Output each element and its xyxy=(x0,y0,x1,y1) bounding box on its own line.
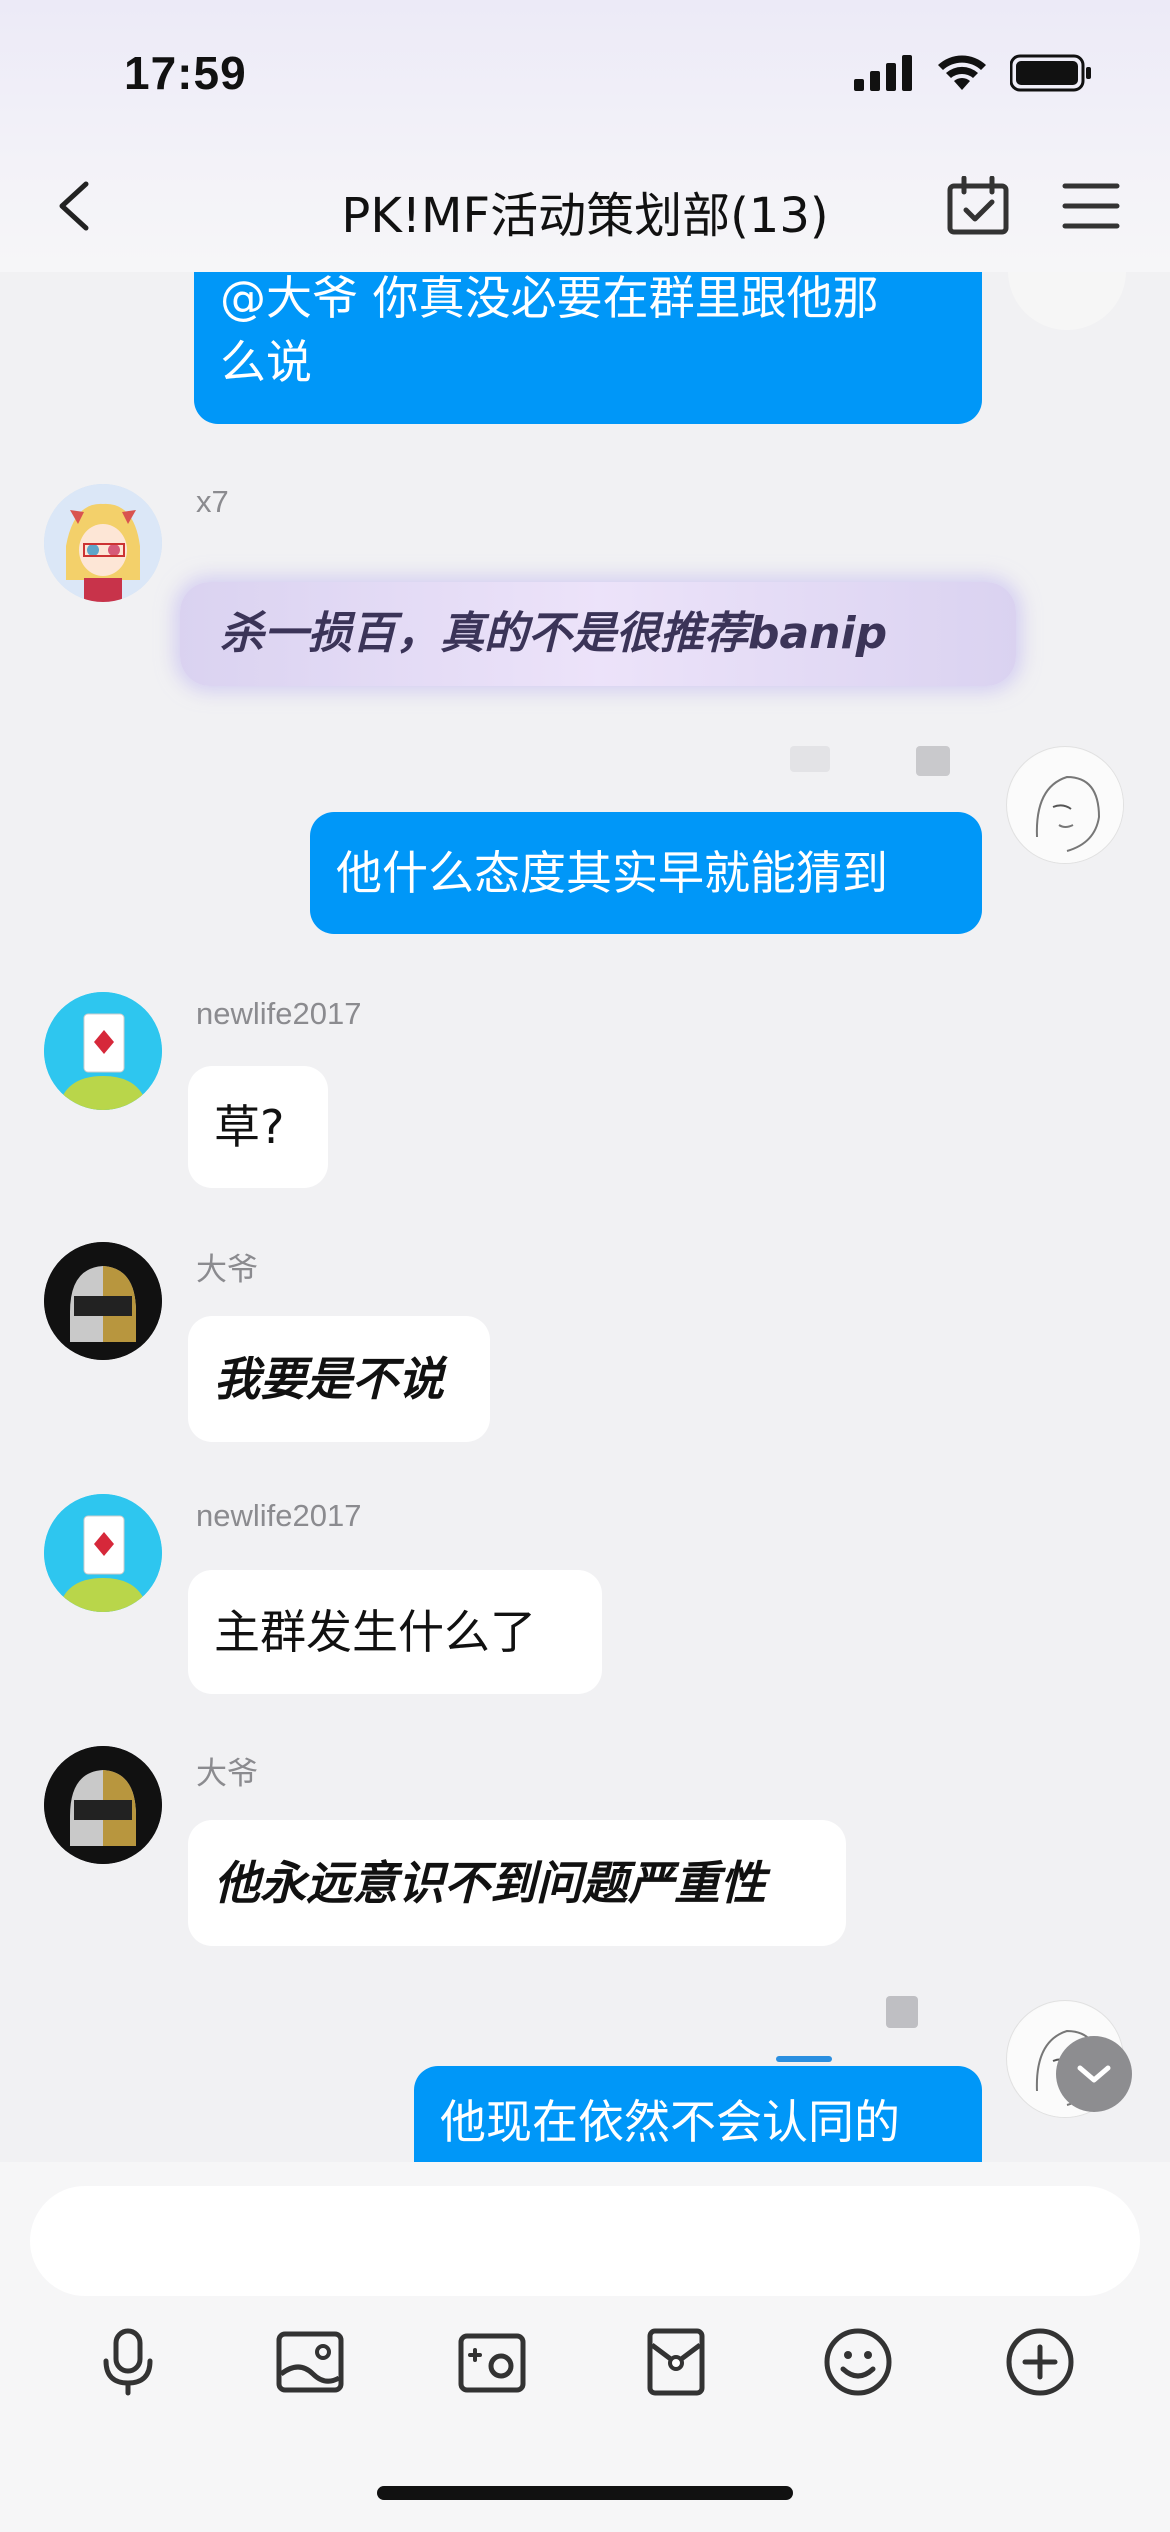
avatar-daye[interactable] xyxy=(44,1746,162,1864)
red-packet-icon xyxy=(647,2328,705,2396)
blurred-name xyxy=(776,2056,832,2062)
microphone-icon xyxy=(103,2328,153,2396)
avatar-self[interactable] xyxy=(1006,746,1124,864)
home-indicator xyxy=(377,2486,793,2500)
blurred-name xyxy=(916,746,950,776)
more-button[interactable] xyxy=(1000,2322,1080,2402)
message-text: 杀一损百，真的不是很推荐banip xyxy=(220,608,888,659)
sender-name: x7 xyxy=(196,484,229,519)
card-avatar-icon xyxy=(44,1494,162,1612)
image-icon xyxy=(276,2331,344,2393)
avatar-self[interactable] xyxy=(1008,272,1126,330)
message-bubble-in[interactable]: 我要是不说 xyxy=(188,1316,490,1442)
status-icons xyxy=(854,54,1092,92)
input-bar xyxy=(0,2162,1170,2532)
voice-button[interactable] xyxy=(88,2322,168,2402)
message-text: 他现在依然不会认同的 xyxy=(440,2095,900,2149)
avatar-newlife2017[interactable] xyxy=(44,992,162,1110)
message-input[interactable] xyxy=(30,2186,1140,2296)
status-time: 17:59 xyxy=(124,47,247,99)
top-bar: 17:59 PK!MF活动策划部(13) xyxy=(0,0,1170,272)
message-text: 他什么态度其实早就能猜到 xyxy=(336,846,888,900)
chevron-down-icon xyxy=(1077,2065,1111,2083)
message-text: 草? xyxy=(214,1100,285,1154)
helmet-avatar-icon xyxy=(44,1746,162,1864)
card-avatar-icon xyxy=(44,992,162,1110)
sender-name: 大爷 xyxy=(196,1252,258,1287)
menu-button[interactable] xyxy=(1062,180,1120,232)
message-bubble-decorated[interactable]: 杀一损百，真的不是很推荐banip xyxy=(180,582,1016,686)
message-text: 他永远意识不到问题严重性 xyxy=(214,1856,766,1910)
avatar-daye[interactable] xyxy=(44,1242,162,1360)
red-packet-button[interactable] xyxy=(636,2322,716,2402)
avatar-newlife2017[interactable] xyxy=(44,1494,162,1612)
sketch-avatar-icon xyxy=(1008,748,1123,863)
camera-icon xyxy=(458,2333,526,2393)
message-bubble-out[interactable]: 他什么态度其实早就能猜到 xyxy=(310,812,982,934)
blurred-name xyxy=(886,1996,918,2028)
battery-icon xyxy=(1010,54,1091,92)
message-bubble-out[interactable]: 他现在依然不会认同的 xyxy=(414,2066,982,2162)
signal-icon xyxy=(854,55,912,91)
helmet-avatar-icon xyxy=(44,1242,162,1360)
avatar-x7[interactable] xyxy=(44,484,162,602)
emoji-button[interactable] xyxy=(818,2322,898,2402)
sender-name: newlife2017 xyxy=(196,1498,362,1533)
message-text: 么说 xyxy=(220,335,312,389)
message-bubble-in[interactable]: 主群发生什么了 xyxy=(188,1570,602,1694)
message-text: 我要是不说 xyxy=(214,1352,444,1406)
message-text: @大爷 你真没必要在群里跟他那 xyxy=(220,272,879,325)
message-text: 主群发生什么了 xyxy=(214,1605,536,1659)
message-bubble-in[interactable]: 草? xyxy=(188,1066,328,1188)
plus-icon xyxy=(1006,2328,1074,2396)
anime-avatar-icon xyxy=(44,484,162,602)
wifi-icon xyxy=(938,55,986,90)
scroll-to-bottom-button[interactable] xyxy=(1056,2036,1132,2112)
calendar-check-icon xyxy=(947,175,1009,235)
hamburger-icon xyxy=(1062,183,1120,229)
image-button[interactable] xyxy=(270,2322,350,2402)
message-bubble-out[interactable]: @大爷 你真没必要在群里跟他那 么说 xyxy=(194,272,982,424)
calendar-button[interactable] xyxy=(946,175,1010,236)
sender-name: newlife2017 xyxy=(196,996,362,1031)
blurred-name xyxy=(790,746,830,772)
message-bubble-in[interactable]: 他永远意识不到问题严重性 xyxy=(188,1820,846,1946)
sender-name: 大爷 xyxy=(196,1756,258,1791)
camera-button[interactable] xyxy=(452,2322,532,2402)
emoji-icon xyxy=(824,2328,892,2396)
chat-area[interactable]: @大爷 你真没必要在群里跟他那 么说 x7 杀一损百，真的不是很推荐banip xyxy=(0,272,1170,2162)
